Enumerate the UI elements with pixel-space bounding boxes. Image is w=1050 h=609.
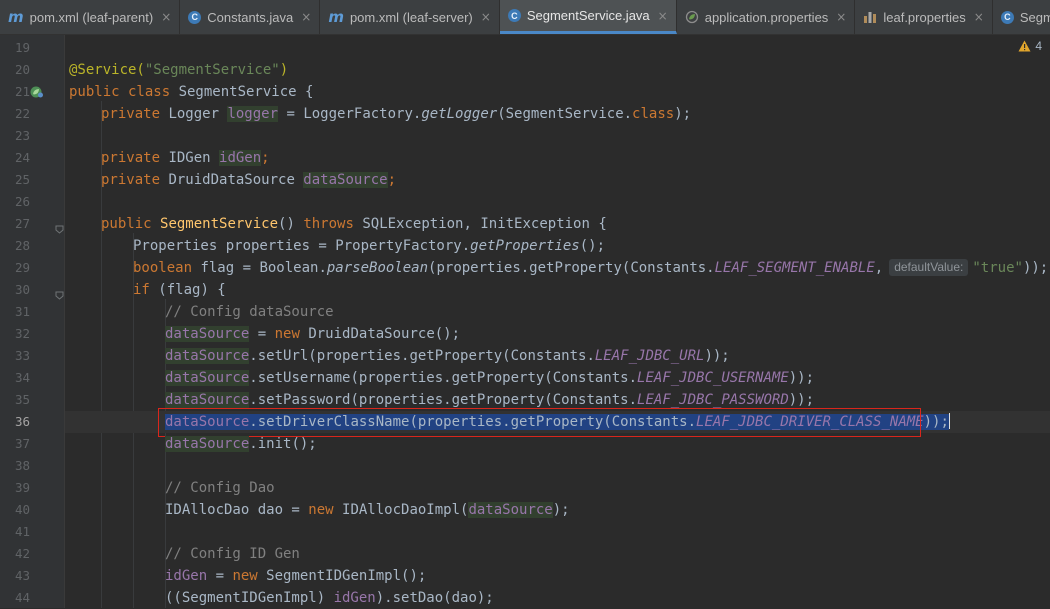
java-class-icon: C [507,9,521,22]
line-number[interactable]: 22 [10,103,30,125]
line-number[interactable]: 32 [10,323,30,345]
line-number[interactable]: 30 [10,279,30,301]
line-number[interactable]: 29 [10,257,30,279]
code-line-30: if (flag) { [133,282,226,298]
spring-properties-icon [685,10,699,24]
line-number[interactable]: 44 [10,587,30,609]
close-icon[interactable]: × [658,9,668,23]
line-number[interactable]: 24 [10,147,30,169]
tab-label: pom.xml (leaf-server) [349,9,473,25]
line-number[interactable]: 36 [10,411,30,433]
tab-pom-leaf-parent[interactable]: m pom.xml (leaf-parent) × [0,0,181,34]
line-number[interactable]: 26 [10,191,30,213]
tab-pom-leaf-server[interactable]: m pom.xml (leaf-server) × [320,0,500,34]
code-line-40: IDAllocDao dao = new IDAllocDaoImpl(data… [165,502,570,518]
code-line-27: public SegmentService() throws SQLExcept… [101,216,607,232]
properties-file-icon [863,10,877,24]
close-icon[interactable]: × [161,10,171,24]
code-line-20: @Service("SegmentService") [69,62,289,78]
line-number[interactable]: 41 [10,521,30,543]
line-number[interactable]: 28 [10,235,30,257]
line-number[interactable]: 20 [10,59,30,81]
tab-leaf-properties[interactable]: leaf.properties × [855,0,993,34]
code-line-33: dataSource.setUrl(properties.getProperty… [165,348,730,364]
line-number[interactable]: 31 [10,301,30,323]
code-line-39: // Config Dao [165,480,275,496]
code-line-25: private DruidDataSource dataSource; [101,172,397,188]
spring-bean-icon[interactable] [29,84,45,100]
code-line-29: boolean flag = Boolean.parseBoolean(prop… [133,259,1049,276]
line-number[interactable]: 19 [10,37,30,59]
code-line-32: dataSource = new DruidDataSource(); [165,326,461,342]
code-line-22: private Logger logger = LoggerFactory.ge… [101,106,692,122]
code-line-44: ((SegmentIDGenImpl) idGen).setDao(dao); [165,590,494,606]
line-number[interactable]: 37 [10,433,30,455]
line-number[interactable]: 39 [10,477,30,499]
close-icon[interactable]: × [481,10,491,24]
close-icon[interactable]: × [974,10,984,24]
code-line-31: // Config dataSource [165,304,334,320]
line-number[interactable]: 33 [10,345,30,367]
close-icon[interactable]: × [836,10,846,24]
maven-icon: m [328,8,344,26]
fold-marker-icon[interactable] [55,219,64,234]
tab-constants-java[interactable]: C Constants.java × [180,0,321,34]
line-number[interactable]: 43 [10,565,30,587]
code-line-21: public class SegmentService { [69,84,314,100]
line-number[interactable]: 40 [10,499,30,521]
warning-triangle-icon [1018,40,1031,52]
code-line-28: Properties properties = PropertyFactory.… [133,238,606,254]
line-number[interactable]: 38 [10,455,30,477]
code-line-43: idGen = new SegmentIDGenImpl(); [165,568,427,584]
tab-segment-truncated[interactable]: C Segmen [993,0,1050,34]
java-class-icon: C [188,10,202,24]
line-number[interactable]: 25 [10,169,30,191]
code-line-24: private IDGen idGen; [101,150,270,166]
code-editor[interactable]: 4 @Service("SegmentService") public clas… [65,35,1050,608]
code-line-42: // Config ID Gen [165,546,300,562]
maven-icon: m [8,8,24,26]
code-line-37: dataSource.init(); [165,436,317,452]
fold-marker-icon[interactable] [55,285,64,300]
parameter-hint: defaultValue: [889,259,969,276]
close-icon[interactable]: × [301,10,311,24]
editor-tab-bar: m pom.xml (leaf-parent) × C Constants.ja… [0,0,1050,35]
tab-label: leaf.properties [883,9,966,25]
line-number[interactable]: 27 [10,213,30,235]
line-number[interactable]: 42 [10,543,30,565]
code-line-34: dataSource.setUsername(properties.getPro… [165,370,815,386]
line-number[interactable]: 35 [10,389,30,411]
line-number[interactable]: 34 [10,367,30,389]
warning-count: 4 [1035,39,1042,53]
tab-label: Segmen [1019,9,1050,25]
line-number[interactable]: 23 [10,125,30,147]
tab-application-properties[interactable]: application.properties × [677,0,856,34]
line-number[interactable]: 21 [10,81,30,103]
tab-segment-service-java[interactable]: C SegmentService.java × [499,0,677,34]
java-class-icon: C [1000,10,1014,24]
tab-label: Constants.java [207,9,294,25]
line-number-gutter: 19 20 21 22 23 24 25 26 27 28 29 30 31 32 33 34 35 36 37 38… [4,35,65,608]
text-caret [948,413,950,429]
inspection-widget[interactable]: 4 [1018,39,1042,53]
tab-label: pom.xml (leaf-parent) [29,9,154,25]
tab-label: SegmentService.java [526,8,650,23]
tab-label: application.properties [704,9,829,25]
